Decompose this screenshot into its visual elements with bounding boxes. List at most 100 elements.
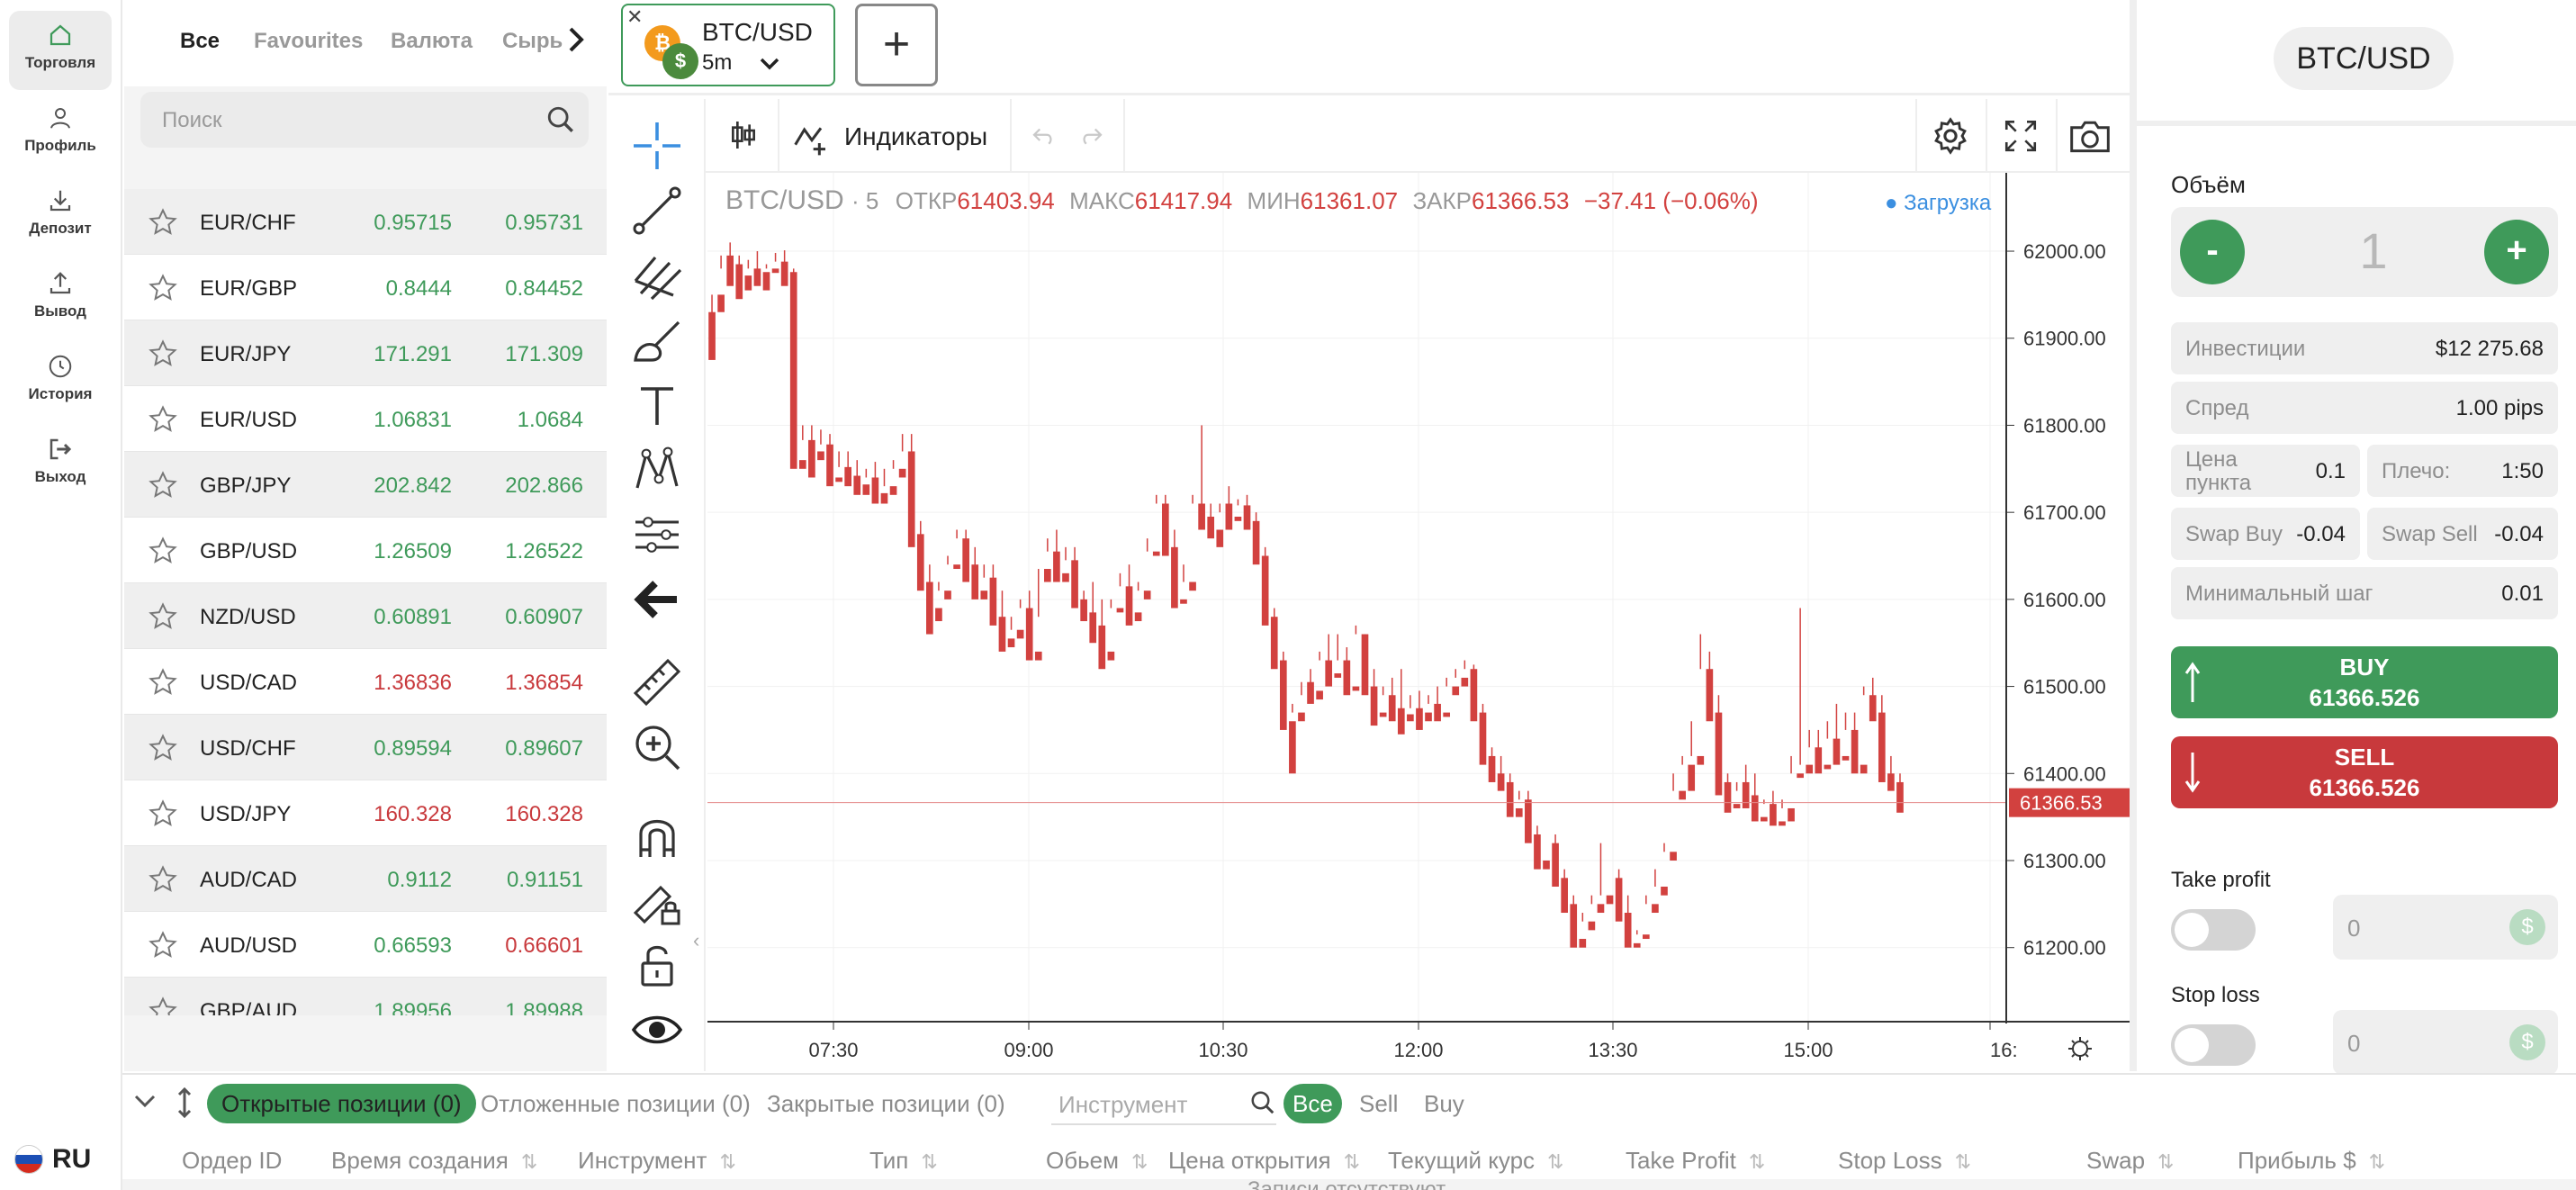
nav-item-deposit[interactable]: Депозит [9,176,112,256]
resize-vertical-icon[interactable] [176,1087,193,1118]
instrument-row[interactable]: USD/CAD 1.36836 1.36854 [124,649,607,715]
pitchfork-icon[interactable] [630,248,684,302]
nav-item-profile[interactable]: Профиль [9,94,112,173]
price-chart[interactable]: 62000.00 61900.00 61800.00 61700.00 61600.00… [707,173,2130,1073]
volume-plus-button[interactable]: + [2484,220,2549,284]
tab-pending-positions[interactable]: Отложенные позиции (0) [481,1084,751,1123]
col-instrument[interactable]: Инструмент ⇅ [578,1147,736,1175]
lock-drawing-icon[interactable] [630,875,684,929]
filter-buy[interactable]: Buy [1424,1084,1464,1123]
chevron-right-icon[interactable] [563,25,587,54]
star-icon[interactable] [148,733,178,763]
undo-icon[interactable] [1028,122,1058,149]
star-icon[interactable] [148,536,178,566]
tab-all[interactable]: Все [180,29,220,54]
chevron-down-icon[interactable] [758,56,781,72]
instrument-row[interactable]: NZD/USD 0.60891 0.60907 [124,583,607,649]
col-stop-loss[interactable]: Stop Loss ⇅ [1838,1147,1971,1175]
collapse-toolbar-icon[interactable]: ‹ [693,929,699,952]
star-icon[interactable] [148,404,178,435]
trend-line-icon[interactable] [630,184,684,238]
indicators-icon[interactable] [792,121,832,157]
col-type[interactable]: Тип ⇅ [869,1147,938,1175]
crosshair-icon[interactable] [630,119,684,173]
tab-currency[interactable]: Валюта [391,29,473,54]
instrument-row[interactable]: GBP/USD 1.26509 1.26522 [124,518,607,583]
projection-icon[interactable] [630,508,684,562]
instrument-row[interactable]: EUR/GBP 0.8444 0.84452 [124,255,607,320]
candlestick-type-icon[interactable] [725,117,761,153]
star-icon[interactable] [148,338,178,369]
tab-open-positions[interactable]: Открытые позиции (0) [207,1084,476,1123]
nav-item-withdraw[interactable]: Вывод [9,259,112,338]
volume-minus-button[interactable]: - [2180,220,2245,284]
instrument-tab-btcusd[interactable]: ✕ ₿ $ BTC/USD 5m [621,4,835,86]
nav-item-trading[interactable]: Торговля [9,11,112,90]
redo-icon[interactable] [1076,122,1107,149]
col-created-time[interactable]: Время создания ⇅ [331,1147,537,1175]
instrument-row[interactable]: USD/JPY 160.328 160.328 [124,780,607,846]
search-icon[interactable] [1249,1089,1276,1116]
sell-button[interactable]: SELL 61366.526 [2171,736,2558,808]
instrument-row[interactable]: AUD/CAD 0.9112 0.91151 [124,846,607,912]
star-icon[interactable] [148,601,178,632]
instrument-row[interactable]: EUR/CHF 0.95715 0.95731 [124,189,607,255]
star-icon[interactable] [148,667,178,698]
brush-icon[interactable] [630,313,684,367]
take-profit-input[interactable]: 0 $ [2333,895,2558,960]
instrument-filter-input[interactable]: Инструмент [1051,1082,1276,1125]
ruler-icon[interactable] [630,655,684,709]
fullscreen-icon[interactable] [2002,117,2040,155]
tab-commodities[interactable]: Сырь [502,29,563,54]
bid-price: 1.36836 [374,671,452,695]
volume-input[interactable]: 1 [2272,221,2475,280]
star-icon[interactable] [148,996,178,1015]
zoom-in-icon[interactable] [630,720,684,774]
camera-icon[interactable] [2068,117,2112,155]
star-icon[interactable] [148,798,178,829]
stop-loss-input[interactable]: 0 $ [2333,1010,2558,1075]
nav-item-logout[interactable]: Выход [9,425,112,504]
settings-gear-icon[interactable] [1930,115,1971,157]
buy-button[interactable]: BUY 61366.526 [2171,646,2558,718]
instrument-row[interactable]: USD/CHF 0.89594 0.89607 [124,715,607,780]
text-tool-icon[interactable] [630,378,684,432]
eye-icon[interactable] [630,1003,684,1057]
filter-all[interactable]: Все [1283,1084,1342,1123]
tab-favourites[interactable]: Favourites [254,29,363,54]
col-profit[interactable]: Прибыль $ ⇅ [2238,1147,2385,1175]
star-icon[interactable] [148,470,178,500]
nav-item-history[interactable]: История [9,342,112,421]
language-switcher[interactable]: RU [14,1141,91,1177]
col-take-profit[interactable]: Take Profit ⇅ [1626,1147,1765,1175]
col-volume[interactable]: Обьем ⇅ [1046,1147,1148,1175]
pattern-icon[interactable] [630,443,684,497]
search-icon[interactable] [545,104,576,135]
star-icon[interactable] [148,207,178,238]
col-open-price[interactable]: Цена открытия ⇅ [1168,1147,1360,1175]
take-profit-toggle[interactable] [2171,909,2256,951]
col-swap[interactable]: Swap ⇅ [2086,1147,2174,1175]
col-current-rate[interactable]: Текущий курс ⇅ [1388,1147,1563,1175]
instrument-row[interactable]: GBP/JPY 202.842 202.866 [124,452,607,518]
col-order-id[interactable]: Ордер ID [182,1147,282,1175]
star-icon[interactable] [148,864,178,895]
instrument-row[interactable]: AUD/USD 0.66593 0.66601 [124,912,607,978]
instrument-row[interactable]: EUR/JPY 171.291 171.309 [124,320,607,386]
indicators-button[interactable]: Индикаторы [844,122,987,151]
unlock-icon[interactable] [630,938,684,992]
star-icon[interactable] [148,930,178,960]
close-icon[interactable]: ✕ [626,5,643,29]
instrument-row[interactable]: GBP/AUD 1.89956 1.89988 [124,978,607,1015]
tab-closed-positions[interactable]: Закрытые позиции (0) [767,1084,1005,1123]
chart-svg[interactable]: 62000.00 61900.00 61800.00 61700.00 61600.00… [707,173,2130,1073]
back-arrow-icon[interactable] [630,572,684,627]
magnet-icon[interactable] [630,810,684,864]
stop-loss-toggle[interactable] [2171,1024,2256,1066]
filter-sell[interactable]: Sell [1359,1084,1398,1123]
search-input[interactable]: Поиск [140,92,589,148]
star-icon[interactable] [148,273,178,303]
chevron-down-icon[interactable] [133,1093,157,1111]
add-instrument-tab-button[interactable]: + [855,4,938,86]
instrument-row[interactable]: EUR/USD 1.06831 1.0684 [124,386,607,452]
